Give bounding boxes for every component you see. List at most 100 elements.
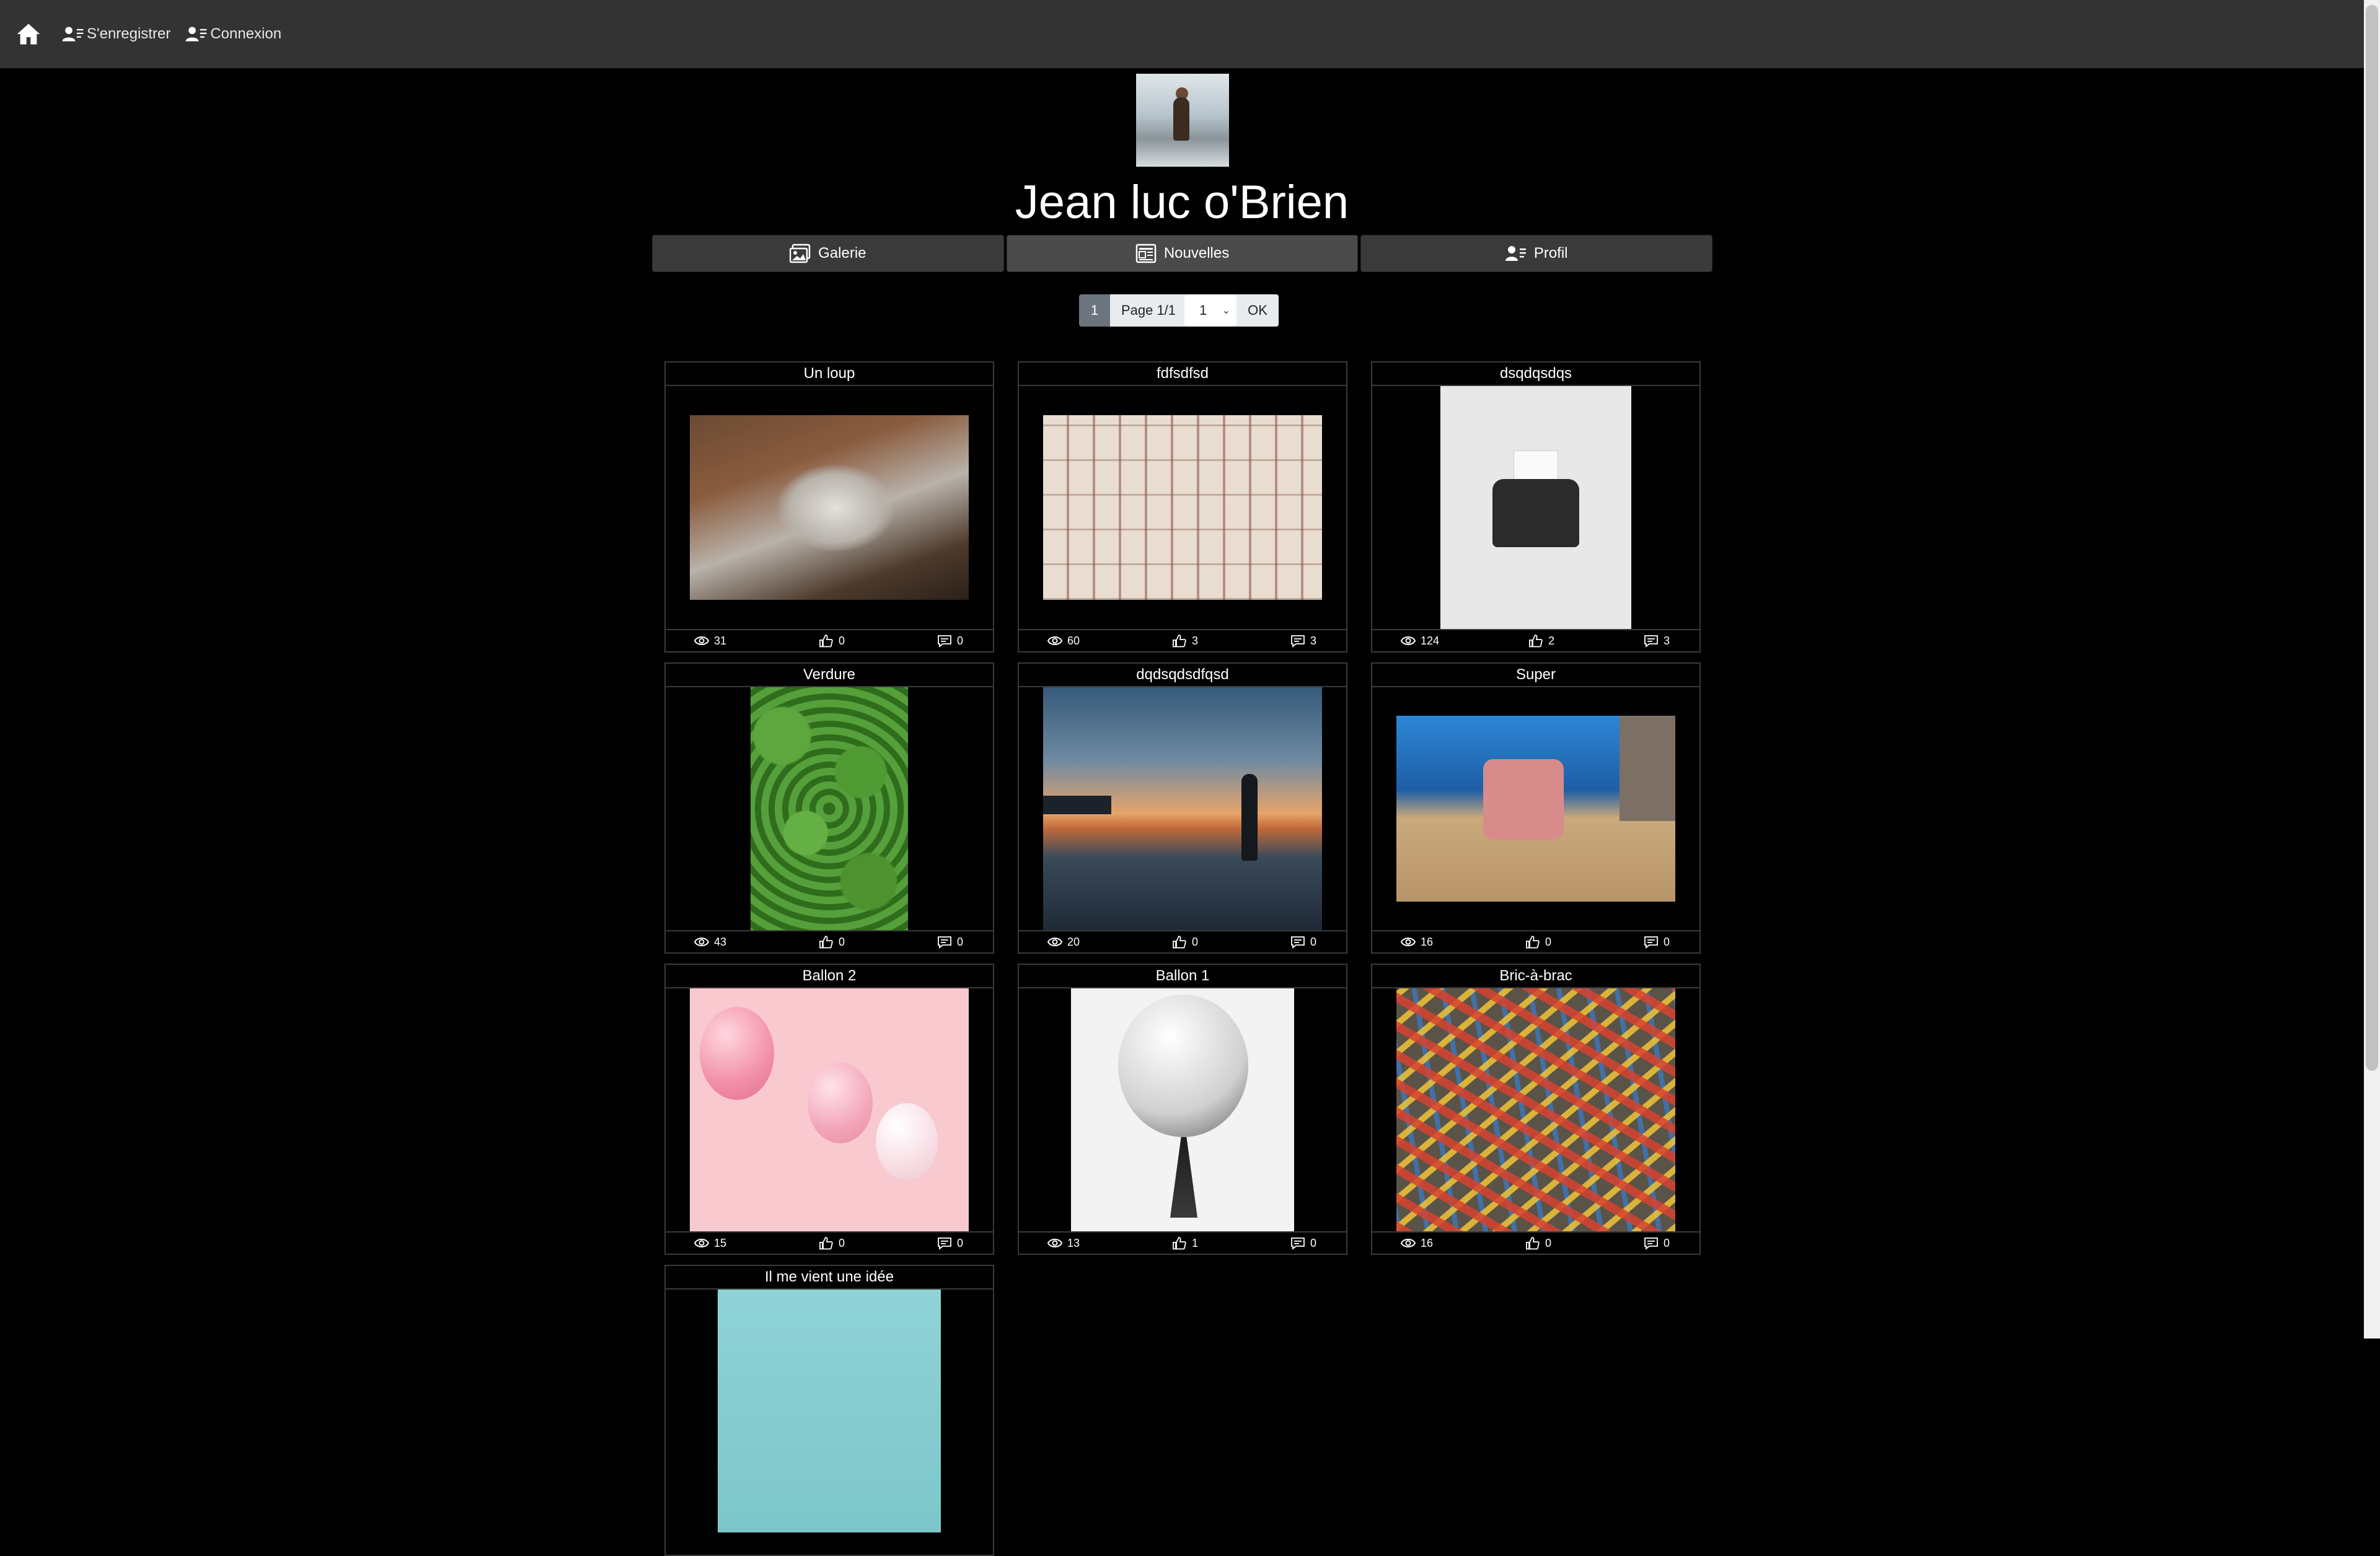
thumbs-up-icon bbox=[1173, 936, 1186, 949]
card-image[interactable] bbox=[1043, 687, 1322, 930]
card-image[interactable] bbox=[1440, 386, 1631, 629]
page-number-button[interactable]: 1 bbox=[1079, 294, 1110, 327]
views-stat: 43 bbox=[694, 935, 726, 949]
likes-count: 3 bbox=[1192, 634, 1199, 647]
card-stats: 15 0 0 bbox=[666, 1231, 993, 1254]
likes-stat[interactable]: 0 bbox=[1525, 1236, 1551, 1250]
likes-stat[interactable]: 0 bbox=[1172, 935, 1198, 949]
views-count: 124 bbox=[1421, 634, 1440, 647]
comments-stat[interactable]: 0 bbox=[937, 935, 963, 949]
comments-stat[interactable]: 0 bbox=[937, 634, 963, 648]
comments-stat[interactable]: 0 bbox=[1644, 1236, 1670, 1250]
comment-icon bbox=[1644, 936, 1658, 949]
comments-count: 3 bbox=[1310, 634, 1316, 647]
user-list-icon bbox=[62, 27, 84, 42]
card-title: Ballon 2 bbox=[666, 965, 993, 988]
likes-stat[interactable]: 0 bbox=[1525, 935, 1551, 949]
card-image[interactable] bbox=[718, 1290, 941, 1532]
login-link[interactable]: Connexion bbox=[185, 25, 281, 43]
comment-icon bbox=[1644, 1237, 1658, 1250]
views-stat: 16 bbox=[1401, 1236, 1433, 1250]
newspaper-icon bbox=[1135, 244, 1157, 263]
gallery-card[interactable]: Super 16 0 0 bbox=[1371, 662, 1701, 954]
comment-icon bbox=[1291, 936, 1305, 949]
gallery-card[interactable]: dsqdqsdqs 124 2 3 bbox=[1371, 361, 1701, 653]
likes-count: 2 bbox=[1548, 634, 1555, 647]
comments-stat[interactable]: 3 bbox=[1290, 634, 1316, 648]
comment-icon bbox=[938, 635, 951, 648]
card-image[interactable] bbox=[690, 988, 969, 1231]
likes-stat[interactable]: 0 bbox=[819, 634, 845, 648]
chevron-down-icon: ⌄ bbox=[1222, 305, 1230, 316]
thumbs-up-icon bbox=[1529, 635, 1543, 648]
card-image-area bbox=[666, 687, 993, 930]
likes-count: 0 bbox=[1545, 935, 1552, 948]
comments-count: 0 bbox=[956, 935, 963, 948]
views-stat: 31 bbox=[694, 634, 726, 648]
comments-stat[interactable]: 0 bbox=[1290, 935, 1316, 949]
home-button[interactable] bbox=[16, 22, 41, 46]
card-image[interactable] bbox=[1071, 988, 1294, 1231]
card-image[interactable] bbox=[690, 415, 969, 600]
likes-count: 1 bbox=[1192, 1236, 1199, 1249]
gallery-card[interactable]: dqdsqdsdfqsd 20 0 0 bbox=[1018, 662, 1347, 954]
eye-icon bbox=[1401, 938, 1416, 946]
views-count: 43 bbox=[714, 935, 727, 948]
scrollbar-thumb[interactable] bbox=[2366, 5, 2378, 1071]
likes-stat[interactable]: 2 bbox=[1528, 634, 1554, 648]
card-stats: 16 0 0 bbox=[1372, 930, 1699, 952]
gallery-card[interactable]: fdfsdfsd 60 3 3 bbox=[1018, 361, 1347, 653]
views-count: 60 bbox=[1067, 634, 1080, 647]
card-image-area bbox=[666, 1290, 993, 1532]
likes-stat[interactable]: 1 bbox=[1172, 1236, 1198, 1250]
views-count: 16 bbox=[1421, 1236, 1434, 1249]
comment-icon bbox=[1291, 1237, 1305, 1250]
gallery-card[interactable]: Il me vient une idée bbox=[664, 1265, 994, 1556]
tab-news[interactable]: Nouvelles bbox=[1006, 235, 1359, 272]
page-ok-button[interactable]: OK bbox=[1234, 294, 1279, 327]
card-image[interactable] bbox=[1396, 988, 1675, 1231]
page-select-value: 1 bbox=[1199, 302, 1207, 318]
page-indicator: Page 1/1 bbox=[1110, 294, 1187, 327]
comments-count: 0 bbox=[1663, 935, 1670, 948]
views-stat: 15 bbox=[694, 1236, 726, 1250]
card-image[interactable] bbox=[1396, 716, 1675, 902]
comments-stat[interactable]: 0 bbox=[1290, 1236, 1316, 1250]
likes-stat[interactable]: 0 bbox=[819, 1236, 845, 1250]
gallery-card[interactable]: Ballon 2 15 0 0 bbox=[664, 964, 994, 1255]
card-stats: 60 3 3 bbox=[1019, 629, 1346, 651]
comments-stat[interactable]: 0 bbox=[937, 1236, 963, 1250]
card-stats: 124 2 3 bbox=[1372, 629, 1699, 651]
page-select[interactable]: 1 ⌄ bbox=[1184, 294, 1236, 327]
thumbs-up-icon bbox=[1526, 1237, 1540, 1250]
likes-count: 0 bbox=[1192, 935, 1199, 948]
tab-profile[interactable]: Profil bbox=[1360, 235, 1713, 272]
comments-stat[interactable]: 0 bbox=[1644, 935, 1670, 949]
gallery-icon bbox=[790, 244, 811, 263]
card-image[interactable] bbox=[1043, 415, 1322, 600]
top-navbar: S'enregistrer Connexion bbox=[0, 0, 2364, 68]
comments-stat[interactable]: 3 bbox=[1644, 634, 1670, 648]
register-link[interactable]: S'enregistrer bbox=[62, 25, 170, 43]
comments-count: 0 bbox=[1310, 935, 1316, 948]
gallery-card[interactable]: Un loup 31 0 0 bbox=[664, 361, 994, 653]
gallery-card[interactable]: Verdure 43 0 0 bbox=[664, 662, 994, 954]
tab-gallery[interactable]: Galerie bbox=[652, 235, 1004, 272]
card-title: fdfsdfsd bbox=[1019, 363, 1346, 386]
likes-count: 0 bbox=[1545, 1236, 1552, 1249]
gallery-card[interactable]: Ballon 1 13 1 0 bbox=[1018, 964, 1347, 1255]
likes-stat[interactable]: 0 bbox=[819, 935, 845, 949]
card-image-area bbox=[1019, 386, 1346, 629]
views-stat: 20 bbox=[1047, 935, 1080, 949]
thumbs-up-icon bbox=[819, 936, 833, 949]
card-image[interactable] bbox=[751, 687, 908, 930]
likes-stat[interactable]: 3 bbox=[1172, 634, 1198, 648]
card-title: Bric-à-brac bbox=[1372, 965, 1699, 988]
card-title: dqdsqdsdfqsd bbox=[1019, 664, 1346, 687]
gallery-card[interactable]: Bric-à-brac 16 0 0 bbox=[1371, 964, 1701, 1255]
card-image-area bbox=[1372, 386, 1699, 629]
card-title: Un loup bbox=[666, 363, 993, 386]
thumbs-up-icon bbox=[819, 1237, 833, 1250]
views-stat: 16 bbox=[1401, 935, 1433, 949]
comments-count: 0 bbox=[956, 634, 963, 647]
